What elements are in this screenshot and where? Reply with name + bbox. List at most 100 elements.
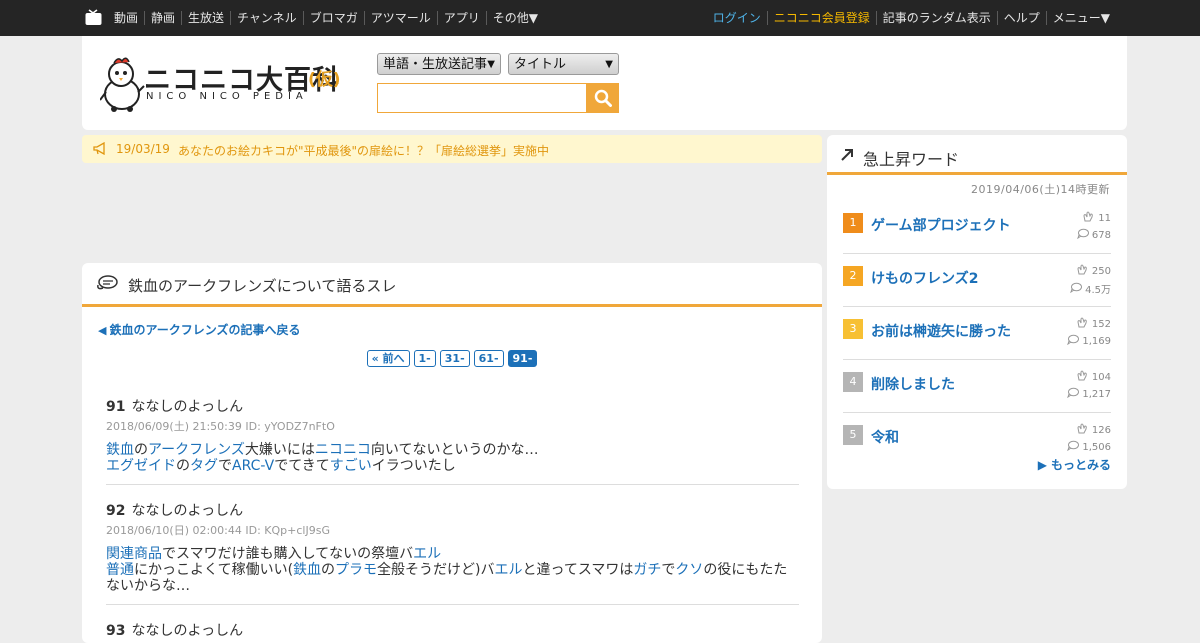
nav-left-group: 動画 静画 生放送 チャンネル ブロマガ アツマール アプリ その他▼	[108, 0, 544, 36]
dropdown-arrow-icon: ▼	[487, 59, 495, 70]
comment-count: 1,506	[1082, 441, 1111, 453]
back-link-label: 鉄血のアークフレンズの記事へ戻る	[109, 323, 301, 337]
comment-icon	[1067, 387, 1080, 401]
trending-word-link[interactable]: けものフレンズ2	[871, 268, 978, 288]
res-name: ななしのよっしん	[131, 503, 244, 519]
page-61[interactable]: 61-	[473, 350, 504, 367]
res-line: ないからな…	[106, 578, 799, 594]
res-body: 鉄血のアークフレンズ大嫌いにはニコニコ向いてないというのかな… エグゼイドのタグで…	[106, 442, 799, 474]
trending-word-link[interactable]: お前は榊遊矢に勝った	[871, 321, 1011, 341]
register-link[interactable]: ニコニコ会員登録	[766, 11, 876, 25]
page-31[interactable]: 31-	[439, 350, 470, 367]
nav-channel[interactable]: チャンネル	[230, 11, 303, 25]
trending-up-icon	[841, 149, 853, 161]
trending-word-link[interactable]: ゲーム部プロジェクト	[871, 215, 1011, 235]
trending-item[interactable]: 2 けものフレンズ2 250 4.5万	[843, 254, 1111, 307]
niconico-tv-icon[interactable]	[85, 9, 102, 26]
menu-dropdown[interactable]: メニュー▼	[1045, 11, 1116, 25]
res-number[interactable]: 91	[106, 399, 125, 415]
trending-word-link[interactable]: 令和	[871, 427, 899, 447]
rank-badge: 5	[843, 425, 863, 445]
top-nav-bar: 動画 静画 生放送 チャンネル ブロマガ アツマール アプリ その他▼ ログイン…	[0, 0, 1200, 36]
more-link-label: もっとみる	[1050, 458, 1111, 472]
comment-count: 678	[1091, 229, 1111, 241]
clap-icon	[1076, 264, 1089, 278]
keyword-link[interactable]: エグゼイド	[106, 458, 176, 474]
res-text: 向いてないというのかな…	[370, 442, 539, 458]
nav-blomaga[interactable]: ブロマガ	[302, 11, 364, 25]
comment-count: 1,169	[1082, 335, 1111, 347]
trending-word-link[interactable]: 削除しました	[871, 374, 955, 394]
res-text: 全般そうだけど)バ	[377, 562, 495, 578]
clap-icon	[1076, 317, 1089, 331]
keyword-link[interactable]: 普通	[106, 562, 134, 578]
logo-kakko: (仮)	[308, 70, 341, 90]
clap-icon	[1076, 370, 1089, 384]
thread-panel: 鉄血のアークフレンズについて語るスレ ◀ 鉄血のアークフレンズの記事へ戻る « 前…	[82, 263, 822, 643]
trending-item[interactable]: 3 お前は榊遊矢に勝った 152 1,169	[843, 307, 1111, 360]
stat-row: 1,217	[1067, 387, 1111, 401]
nav-atsumaru[interactable]: アツマール	[363, 11, 437, 25]
page-prev[interactable]: « 前へ	[366, 350, 410, 367]
announcement-date: 19/03/19	[116, 142, 170, 156]
nav-seiga[interactable]: 静画	[144, 11, 181, 25]
res-number[interactable]: 93	[106, 623, 125, 639]
keyword-link[interactable]: アークフレンズ	[148, 442, 245, 458]
more-trending-link[interactable]: ▶ もっとみる	[1038, 456, 1111, 473]
keyword-link[interactable]: クソ	[675, 562, 703, 578]
site-logo[interactable]: ニコニコ大百科 (仮) NICO NICO PEDIA	[100, 56, 345, 112]
search-type-select[interactable]: 単語・生放送記事 ▼	[377, 53, 501, 75]
search-button[interactable]	[587, 83, 619, 113]
keyword-link[interactable]: プラモ	[335, 562, 377, 578]
page-1[interactable]: 1-	[413, 350, 436, 367]
res-text: で	[661, 562, 676, 578]
keyword-link[interactable]: エル	[413, 546, 441, 562]
res-divider	[106, 604, 799, 605]
thread-title: 鉄血のアークフレンズについて語るスレ	[128, 277, 397, 295]
clap-count: 250	[1091, 265, 1111, 277]
nav-video[interactable]: 動画	[108, 11, 144, 25]
keyword-link[interactable]: すごい	[330, 458, 372, 474]
keyword-link[interactable]: 鉄血	[106, 442, 134, 458]
trending-panel: 急上昇ワード 2019/04/06(土)14時更新 1 ゲーム部プロジェクト 11 6…	[827, 135, 1127, 489]
nav-others-menu[interactable]: その他▼	[485, 11, 544, 25]
back-to-article-link[interactable]: ◀ 鉄血のアークフレンズの記事へ戻る	[98, 321, 301, 338]
announcement-text[interactable]: あなたのお絵カキコが"平成最後"の扉絵に！？「扉絵総選挙」実施中	[178, 142, 549, 159]
page-91-current[interactable]: 91-	[507, 350, 538, 367]
res-item: 92 ななしのよっしん 2018/06/10(日) 02:00:44 ID: KQ…	[106, 500, 799, 594]
nav-live[interactable]: 生放送	[181, 11, 230, 25]
thread-header: 鉄血のアークフレンズについて語るスレ	[82, 263, 822, 307]
stat-row: 250	[1076, 264, 1111, 278]
res-text: にかっこよくて稼働いい(	[134, 562, 294, 578]
search-input[interactable]	[377, 83, 587, 113]
keyword-link[interactable]: ARC-V	[232, 458, 274, 474]
login-link[interactable]: ログイン	[707, 11, 767, 25]
res-line: エグゼイドのタグでARC-Vでてきてすごいイラついたし	[106, 458, 799, 474]
nav-app[interactable]: アプリ	[436, 11, 486, 25]
rank-badge: 1	[843, 213, 863, 233]
res-name: ななしのよっしん	[131, 623, 244, 639]
res-header: 93 ななしのよっしん	[106, 620, 799, 640]
search-target-select[interactable]: タイトル ▼	[508, 53, 619, 75]
stat-row: 152	[1076, 317, 1111, 331]
keyword-link[interactable]: ガチ	[633, 562, 661, 578]
keyword-link[interactable]: 関連商品	[106, 546, 162, 562]
random-article-link[interactable]: 記事のランダム表示	[875, 11, 997, 25]
keyword-link[interactable]: 鉄血	[293, 562, 321, 578]
res-item: 93 ななしのよっしん	[106, 620, 799, 640]
rank-badge: 4	[843, 372, 863, 392]
keyword-link[interactable]: タグ	[190, 458, 218, 474]
help-link[interactable]: ヘルプ	[996, 11, 1046, 25]
comment-count: 1,217	[1082, 388, 1111, 400]
keyword-link[interactable]: エル	[495, 562, 523, 578]
dropdown-arrow-icon: ▼	[605, 59, 613, 70]
res-number[interactable]: 92	[106, 503, 125, 519]
clap-count: 126	[1091, 424, 1111, 436]
announcement-bar[interactable]: 19/03/19 あなたのお絵カキコが"平成最後"の扉絵に！？「扉絵総選挙」実施…	[82, 135, 822, 163]
res-text: 大嫌いには	[244, 442, 315, 458]
trending-item[interactable]: 1 ゲーム部プロジェクト 11 678	[843, 201, 1111, 254]
comment-icon	[1067, 440, 1080, 454]
trending-item[interactable]: 4 削除しました 104 1,217	[843, 360, 1111, 413]
mascot-icon	[100, 57, 145, 112]
keyword-link[interactable]: ニコニコ	[315, 442, 371, 458]
